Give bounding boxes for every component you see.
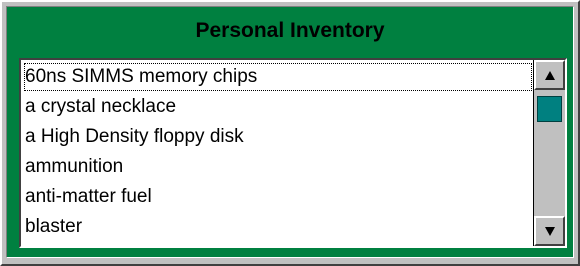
inventory-list: 60ns SIMMS memory chips a crystal neckla… [23, 62, 533, 246]
scroll-up-button[interactable] [534, 60, 565, 90]
list-item[interactable]: a crystal necklace [23, 92, 533, 122]
list-item[interactable]: anti-matter fuel [23, 182, 533, 212]
inventory-panel: Personal Inventory 60ns SIMMS memory chi… [6, 6, 574, 258]
list-item[interactable]: ammunition [23, 152, 533, 182]
arrow-down-icon [544, 226, 555, 236]
list-item[interactable]: 60ns SIMMS memory chips [23, 62, 533, 92]
arrow-up-icon [544, 70, 555, 80]
inventory-listbox[interactable]: 60ns SIMMS memory chips a crystal neckla… [19, 58, 567, 248]
scrollbar-thumb[interactable] [537, 96, 562, 122]
inventory-window: Personal Inventory 60ns SIMMS memory chi… [0, 0, 580, 266]
list-item[interactable]: a High Density floppy disk [23, 122, 533, 152]
list-item[interactable]: blaster [23, 212, 533, 242]
window-title: Personal Inventory [195, 19, 385, 42]
vertical-scrollbar[interactable] [533, 60, 565, 246]
scroll-down-button[interactable] [534, 216, 565, 246]
